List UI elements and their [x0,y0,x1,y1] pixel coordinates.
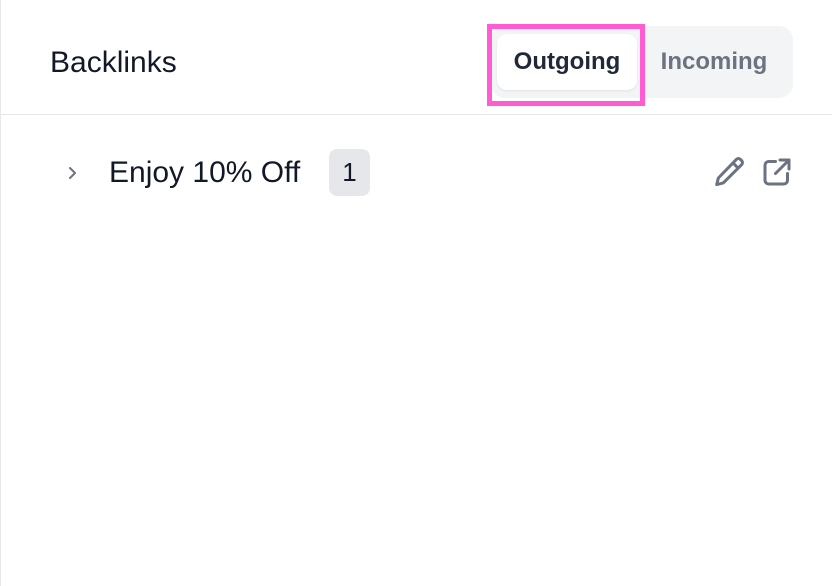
tab-outgoing[interactable]: Outgoing [497,34,637,90]
edit-button[interactable] [711,154,747,190]
tab-switcher: Outgoing Incoming [491,26,793,98]
pencil-icon [715,157,744,187]
backlink-label[interactable]: Enjoy 10% Off [109,153,300,193]
panel-title: Backlinks [50,46,177,79]
count-badge: 1 [329,149,370,196]
open-link-button[interactable] [759,154,795,190]
chevron-right-icon[interactable] [61,158,85,188]
external-link-icon [763,158,791,186]
backlinks-panel: Backlinks Outgoing Incoming Enjoy 10% Of… [0,0,832,586]
backlink-row[interactable]: Enjoy 10% Off 1 [1,140,832,206]
tab-incoming[interactable]: Incoming [641,34,787,90]
panel-header: Backlinks Outgoing Incoming [1,0,832,115]
